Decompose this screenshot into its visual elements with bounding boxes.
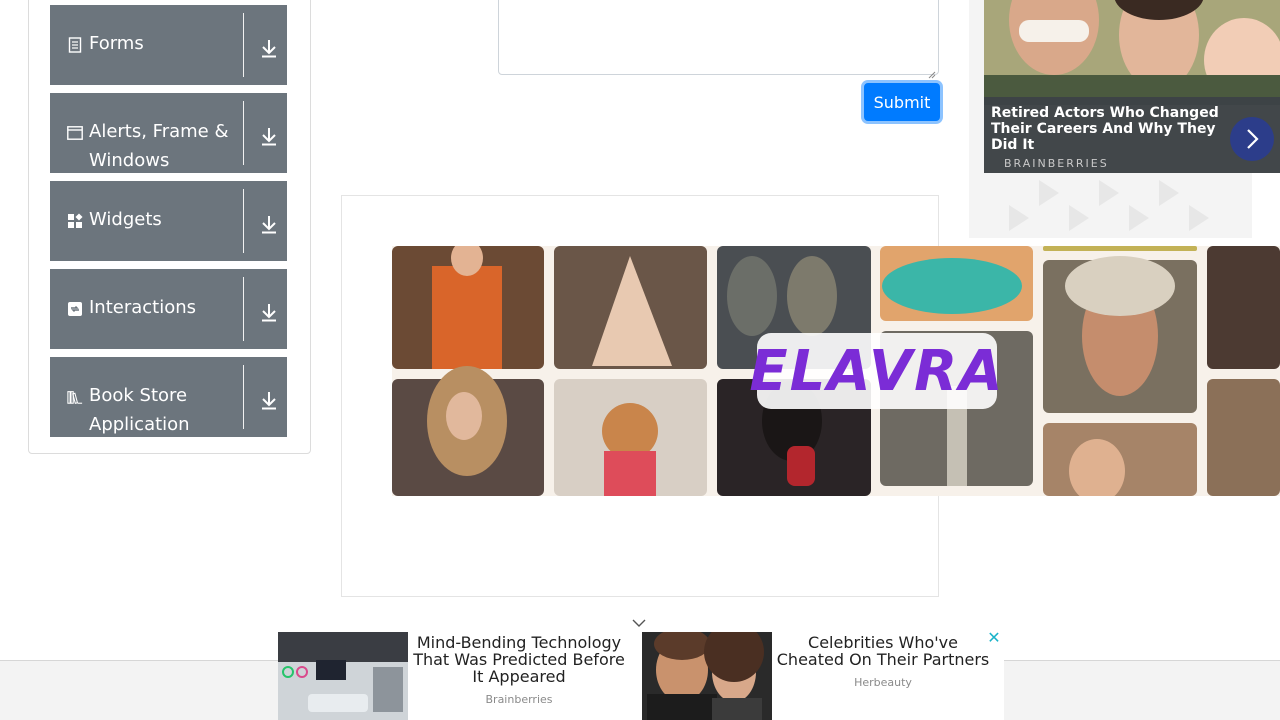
widgets-icon (67, 213, 83, 229)
window-icon (67, 125, 83, 141)
ad-card-image[interactable] (642, 632, 772, 720)
resize-grip-icon[interactable] (928, 64, 936, 79)
divider (243, 13, 244, 77)
group-label: Book Store Application (89, 385, 190, 435)
books-icon (67, 389, 83, 405)
group-header-widgets[interactable]: Widgets (50, 181, 287, 261)
download-arrow-icon[interactable] (258, 125, 280, 147)
download-arrow-icon[interactable] (258, 301, 280, 323)
group-label: Interactions (89, 297, 197, 318)
brand-logo[interactable]: ELAVRA (749, 333, 1003, 409)
download-arrow-icon[interactable] (258, 37, 280, 59)
submit-button[interactable]: Submit (864, 83, 940, 121)
ad-card-image[interactable] (278, 632, 408, 720)
close-icon[interactable]: ✕ (987, 630, 1001, 646)
divider (243, 365, 244, 429)
group-label: Widgets (89, 209, 162, 230)
ad-source: BRAINBERRIES (1004, 157, 1109, 170)
group-header-book-store[interactable]: Book Store Application (50, 357, 287, 437)
download-arrow-icon[interactable] (258, 389, 280, 411)
group-header-forms[interactable]: Forms (50, 5, 287, 85)
right-ad[interactable]: Retired Actors Who Changed Their Careers… (984, 0, 1280, 173)
chevron-right-icon (1247, 129, 1259, 149)
chevron-down-icon[interactable] (631, 614, 647, 627)
group-label: Alerts, Frame & Windows (89, 121, 229, 171)
group-header-interactions[interactable]: Interactions (50, 269, 287, 349)
address-textarea[interactable] (498, 0, 939, 79)
document-icon (67, 37, 83, 53)
ad-card-source: Brainberries (485, 693, 553, 706)
download-arrow-icon[interactable] (258, 213, 280, 235)
divider (243, 101, 244, 165)
ad-card-source: Herbeauty (854, 676, 912, 689)
bottom-ad[interactable]: Mind-Bending Technology That Was Predict… (278, 632, 1004, 720)
divider (243, 277, 244, 341)
interactions-icon (67, 301, 83, 317)
ad-card-title[interactable]: Celebrities Who've Cheated On Their Part… (772, 634, 994, 668)
next-arrow-button[interactable] (1230, 117, 1274, 161)
ad-title[interactable]: Retired Actors Who Changed Their Careers… (991, 105, 1231, 153)
banner-ad[interactable]: ELAVRA (392, 246, 1280, 496)
divider (243, 189, 244, 253)
group-header-alerts[interactable]: Alerts, Frame & Windows (50, 93, 287, 173)
group-label: Forms (89, 33, 144, 54)
ad-card-title[interactable]: Mind-Bending Technology That Was Predict… (408, 634, 630, 685)
